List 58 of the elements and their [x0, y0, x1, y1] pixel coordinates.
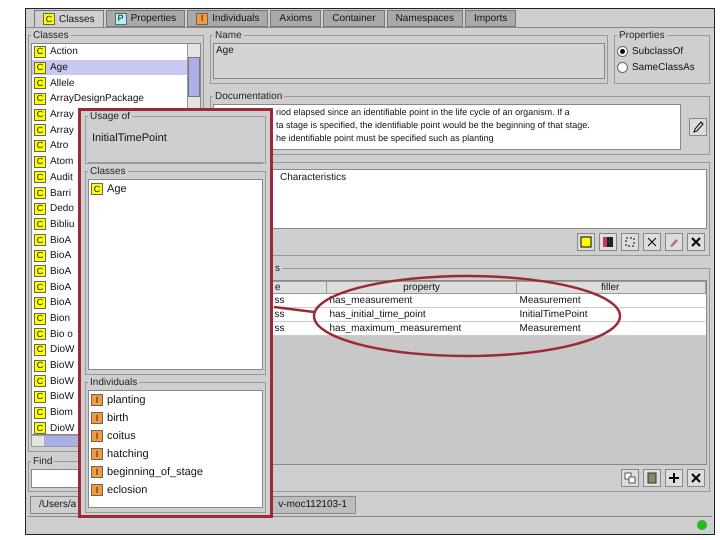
class-icon: C: [34, 390, 46, 403]
tab-label: Namespaces: [396, 13, 454, 24]
tab-label: Individuals: [212, 13, 260, 24]
class-icon: C: [34, 124, 46, 136]
individual-icon: I: [91, 430, 103, 442]
tab-label: Axioms: [279, 13, 312, 24]
panel-title: Properties: [618, 30, 666, 41]
panel-title: Usage of: [89, 111, 132, 122]
class-icon: C: [34, 218, 46, 230]
individual-icon: I: [91, 448, 103, 460]
panel-title: Individuals: [89, 377, 138, 388]
panel-title: Documentation: [214, 91, 284, 102]
class-icon: C: [34, 108, 46, 121]
table-cell: Measurement: [516, 322, 706, 336]
individual-icon: I: [91, 394, 103, 406]
table-cell: has_measurement: [326, 294, 516, 308]
panel-title: s: [274, 263, 281, 274]
class-icon: C: [34, 171, 46, 184]
class-icon: C: [34, 375, 46, 388]
class-icon: C: [34, 62, 46, 74]
tab-icon: C: [43, 13, 55, 25]
individual-icon: I: [91, 484, 103, 496]
tab-icon: P: [114, 12, 127, 24]
individual-icon: I: [91, 412, 103, 424]
panel-title: Classes: [89, 166, 127, 177]
class-icon: C: [34, 202, 46, 215]
panel-title: Name: [214, 30, 243, 41]
panel-title: Find: [32, 456, 54, 467]
class-icon: C: [34, 234, 46, 246]
tab-icon: I: [196, 12, 208, 24]
class-icon: C: [34, 92, 46, 105]
class-icon: C: [34, 281, 46, 294]
class-icon: C: [34, 328, 46, 340]
class-icon: C: [34, 312, 46, 325]
table-cell: Measurement: [516, 294, 706, 308]
class-icon: C: [34, 344, 46, 356]
class-icon: C: [34, 360, 46, 372]
tab-label: Imports: [474, 13, 508, 24]
class-icon: C: [34, 77, 46, 90]
class-icon: C: [34, 46, 46, 58]
class-icon: C: [34, 296, 46, 309]
class-icon: C: [34, 422, 46, 434]
class-icon: C: [34, 250, 46, 262]
individual-icon: I: [91, 466, 103, 478]
class-icon: C: [34, 156, 46, 168]
tab-label: Classes: [59, 14, 95, 24]
table-cell: InitialTimePoint: [516, 308, 706, 322]
class-icon: C: [34, 187, 46, 200]
class-icon: C: [34, 406, 46, 419]
usage-subject: InitialTimePoint: [88, 122, 263, 163]
table-cell: has_maximum_measurement: [326, 322, 516, 336]
panel-title: Classes: [32, 30, 70, 41]
class-icon: C: [91, 183, 103, 195]
class-icon: C: [34, 265, 46, 278]
class-icon: C: [34, 140, 46, 152]
tab-label: Properties: [130, 13, 176, 24]
table-cell: has_initial_time_point: [326, 308, 516, 322]
tab-label: Container: [332, 13, 376, 24]
